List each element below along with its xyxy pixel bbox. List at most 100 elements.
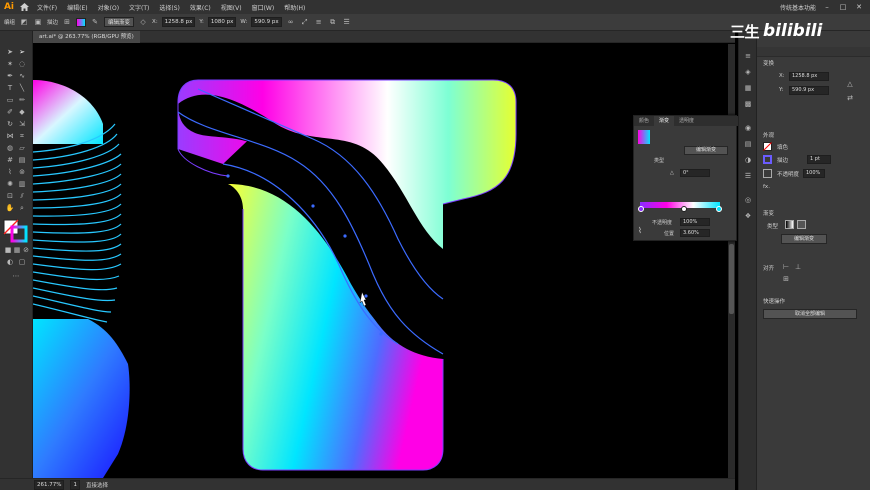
tab-transparency[interactable]: 透明度 [674, 116, 699, 126]
menu-edit[interactable]: 编辑(E) [62, 3, 92, 12]
tab-color[interactable]: 颜色 [634, 116, 654, 126]
menu-help[interactable]: 帮助(H) [279, 3, 310, 12]
menu-type[interactable]: 文字(T) [124, 3, 154, 12]
type-tool-icon[interactable]: T [5, 83, 15, 93]
scrollbar-thumb[interactable] [729, 244, 734, 314]
rectangle-tool-icon[interactable]: ▭ [5, 95, 15, 105]
vertical-scrollbar[interactable] [728, 44, 735, 478]
angle-field[interactable]: 0° [680, 169, 710, 177]
menu-object[interactable]: 对象(O) [93, 3, 124, 12]
free-transform-icon[interactable]: ⌗ [17, 131, 27, 141]
gradient-stop-mid[interactable] [681, 206, 687, 212]
selection-tool-icon[interactable]: ➤ [5, 47, 15, 57]
close-icon[interactable]: ✕ [854, 3, 864, 11]
screen-mode-icon[interactable]: ▢ [17, 257, 27, 267]
gradient-stop-start[interactable] [638, 206, 644, 212]
opacity-swatch[interactable] [763, 169, 772, 178]
magic-wand-icon[interactable]: ✶ [5, 59, 15, 69]
properties-icon[interactable]: ≡ [743, 51, 753, 61]
eraser-icon[interactable]: ◆ [17, 107, 27, 117]
y-field[interactable]: 1080 px [207, 17, 237, 27]
artboard-canvas[interactable] [33, 44, 735, 478]
paintbrush-icon[interactable]: ✏ [17, 95, 27, 105]
stroke-icon[interactable]: ☰ [743, 171, 753, 181]
shape-builder-icon[interactable]: ◍ [5, 143, 15, 153]
more-tools-icon[interactable]: ⋯ [11, 271, 21, 281]
stroke-swatch-icon[interactable]: ▣ [33, 17, 43, 27]
menu-effect[interactable]: 效果(C) [185, 3, 216, 12]
align-icon[interactable]: ⊞ [62, 17, 72, 27]
none-mode-icon[interactable]: ⊘ [21, 245, 31, 255]
linear-gradient-button[interactable] [785, 220, 794, 229]
props-x-field[interactable]: 1258.8 px [789, 72, 829, 81]
draw-mode-icon[interactable]: ◐ [5, 257, 15, 267]
layers-icon[interactable]: ◈ [743, 67, 753, 77]
rotate-angle-icon[interactable]: △ [845, 79, 855, 89]
anchor-icon[interactable]: ◇ [138, 17, 148, 27]
stroke-weight-field[interactable]: 1 pt [807, 155, 831, 164]
w-field[interactable]: 590.9 px [251, 17, 282, 27]
lasso-icon[interactable]: ◌ [17, 59, 27, 69]
width-tool-icon[interactable]: ⋈ [5, 131, 15, 141]
home-icon[interactable] [16, 1, 32, 13]
slice-icon[interactable]: ⫽ [17, 191, 27, 201]
color-icon[interactable]: ◉ [743, 123, 753, 133]
align-left-icon[interactable]: ⊢ [781, 262, 791, 272]
pen-icon[interactable]: ✎ [90, 17, 100, 27]
opacity-field[interactable]: 100% [680, 218, 710, 226]
appearance-icon[interactable]: ◎ [743, 195, 753, 205]
link-icon[interactable]: ∞ [286, 17, 296, 27]
graphic-styles-icon[interactable]: ❖ [743, 211, 753, 221]
fx-button[interactable]: fx. [763, 184, 770, 190]
gradient-preview-swatch[interactable] [638, 130, 650, 144]
page-field[interactable]: 1 [70, 479, 80, 490]
shaper-icon[interactable]: ✐ [5, 107, 15, 117]
rotate-icon[interactable]: ↻ [5, 119, 15, 129]
menu-window[interactable]: 窗口(W) [247, 3, 280, 12]
libraries-icon[interactable]: ▦ [743, 83, 753, 93]
pen-tool-icon[interactable]: ✒ [5, 71, 15, 81]
hand-icon[interactable]: ✋ [5, 203, 15, 213]
align-objects-icon[interactable]: ≡ [314, 17, 324, 27]
minimize-icon[interactable]: – [822, 3, 832, 11]
scale-icon[interactable]: ⇲ [17, 119, 27, 129]
radial-gradient-button[interactable] [797, 220, 806, 229]
menu-view[interactable]: 视图(V) [216, 3, 247, 12]
eyedropper-icon[interactable]: ⌇ [638, 226, 642, 235]
mesh-icon[interactable]: # [5, 155, 15, 165]
blend-icon[interactable]: ⊚ [17, 167, 27, 177]
eyedropper-icon[interactable]: ⌇ [5, 167, 15, 177]
gradient-icon[interactable]: ▤ [743, 139, 753, 149]
stroke-gradient-swatch[interactable] [763, 155, 772, 164]
panel-menu-icon[interactable]: ☰ [342, 17, 352, 27]
artboard-icon[interactable]: ⊡ [5, 191, 15, 201]
gradient-panel-edit-button[interactable]: 编辑渐变 [684, 146, 728, 155]
direct-selection-tool-icon[interactable]: ➢ [17, 47, 27, 57]
x-field[interactable]: 1258.8 px [161, 17, 196, 27]
distribute-icon[interactable]: ⊞ [781, 274, 791, 284]
document-tab[interactable]: art.ai* @ 263.77% (RGB/GPU 预览) [33, 31, 140, 43]
swatches-icon[interactable]: ▩ [743, 99, 753, 109]
gradient-edit-button[interactable]: 编辑渐变 [104, 17, 135, 27]
align-center-icon[interactable]: ⊥ [793, 262, 803, 272]
line-tool-icon[interactable]: ╲ [17, 83, 27, 93]
props-gradient-edit-button[interactable]: 编辑渐变 [781, 234, 827, 244]
transparency-icon[interactable]: ◑ [743, 155, 753, 165]
gradient-tool-icon[interactable]: ▤ [17, 155, 27, 165]
workspace-switcher[interactable]: 传统基本功能 [780, 3, 816, 12]
tab-gradient[interactable]: 渐变 [654, 116, 675, 126]
zoom-field[interactable]: 261.77% [34, 479, 65, 490]
props-opacity-field[interactable]: 100% [803, 169, 825, 178]
gradient-slider[interactable] [640, 202, 720, 208]
quick-action-button[interactable]: 取消全部编辑 [763, 309, 857, 319]
graph-tool-icon[interactable]: ▥ [17, 179, 27, 189]
fill-swatch-icon[interactable]: ◩ [19, 17, 29, 27]
fill-none-swatch[interactable] [763, 142, 772, 151]
menu-select[interactable]: 选择(S) [154, 3, 185, 12]
perspective-icon[interactable]: ▱ [17, 143, 27, 153]
flip-icon[interactable]: ⇄ [845, 93, 855, 103]
transform-icon[interactable]: ⤢ [300, 17, 310, 27]
curvature-icon[interactable]: ∿ [17, 71, 27, 81]
location-field[interactable]: 3.60% [680, 229, 710, 237]
fill-stroke-swatches[interactable] [3, 219, 29, 243]
